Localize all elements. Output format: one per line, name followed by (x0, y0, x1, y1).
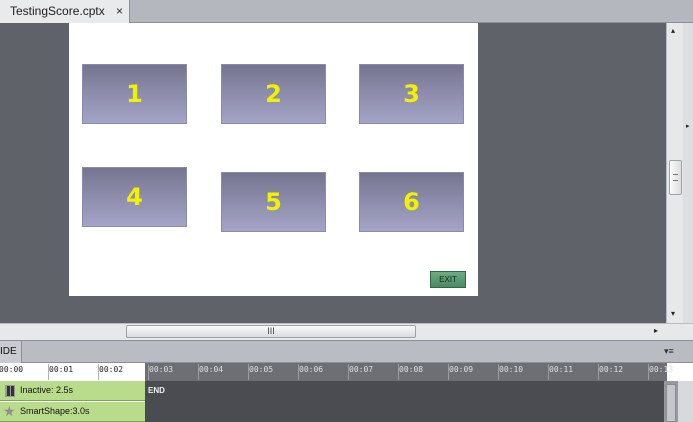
ruler-tick-label: 00:12 (599, 365, 624, 374)
stage-vertical-scrollbar[interactable]: ▴ ▾ (666, 23, 683, 323)
pause-icon (5, 385, 15, 397)
ruler-tick-label: 00:01 (49, 365, 74, 374)
ruler-tick-label: 00:11 (549, 365, 574, 374)
ruler-labels: 00:00 00:01 00:02 00:03 00:04 00:05 00:06 00:07… (0, 363, 693, 381)
box-2[interactable]: 2 (221, 64, 326, 124)
vertical-scroll-thumb[interactable] (669, 160, 682, 195)
box-3[interactable]: 3 (359, 64, 464, 124)
row-label: Inactive: 2.5s (20, 385, 74, 395)
box-label: 5 (265, 188, 282, 216)
ruler-tick-label: 00:04 (199, 365, 224, 374)
ruler-tick-label: 00:07 (349, 365, 374, 374)
box-1[interactable]: 1 (82, 64, 187, 124)
timeline-row-smartshape[interactable]: ★ SmartShape:3.0s (0, 402, 145, 422)
scrollbar-corner (666, 323, 693, 340)
box-label: 4 (126, 183, 143, 211)
document-tab-strip: TestingScore.cptx × (0, 0, 693, 23)
timeline-vertical-scrollbar[interactable] (664, 381, 678, 422)
ruler-tick-label: 00:06 (299, 365, 324, 374)
ruler-tick-label: 00:10 (499, 365, 524, 374)
ruler-tick-label: 00:02 (99, 365, 124, 374)
box-label: 6 (403, 188, 420, 216)
box-label: 2 (265, 80, 282, 108)
end-marker: END (148, 386, 165, 395)
grip-icon (673, 174, 678, 181)
document-tab[interactable]: TestingScore.cptx × (0, 0, 130, 23)
ruler-tick-label: 00:09 (449, 365, 474, 374)
ruler-tick-label: 00:00 (0, 365, 24, 374)
exit-button[interactable]: EXIT (430, 271, 466, 288)
scroll-right-icon[interactable]: ▸ (654, 326, 658, 335)
box-label: 1 (126, 80, 143, 108)
timeline-scroll-thumb[interactable] (666, 384, 676, 422)
timeline-side (678, 381, 693, 422)
box-label: 3 (403, 80, 420, 108)
ruler-tick-label: 00:08 (399, 365, 424, 374)
ruler-tick-label: 00:05 (249, 365, 274, 374)
ruler-tick-label: 00:13 (649, 365, 674, 374)
box-4[interactable]: 4 (82, 167, 187, 227)
timeline-tab[interactable]: IDE (0, 341, 22, 363)
slide-canvas: 1 2 3 4 5 6 EXIT (69, 23, 478, 296)
timeline-layers: Inactive: 2.5s ★ SmartShape:3.0s (0, 381, 145, 422)
ruler-tick-label: 00:03 (149, 365, 174, 374)
timeline-header: IDE ▾≡ (0, 340, 693, 363)
scroll-up-icon[interactable]: ▴ (671, 26, 675, 35)
right-panel-edge: ▸ (683, 23, 693, 323)
box-6[interactable]: 6 (359, 172, 464, 232)
chevron-right-icon[interactable]: ▸ (686, 122, 690, 130)
scroll-down-icon[interactable]: ▾ (671, 309, 675, 318)
star-icon: ★ (3, 403, 16, 419)
document-tab-title: TestingScore.cptx (10, 4, 105, 18)
horizontal-scroll-thumb[interactable]: III (126, 325, 416, 338)
stage-horizontal-scrollbar[interactable]: III ▸ (0, 323, 666, 340)
close-icon[interactable]: × (116, 0, 123, 22)
stage-area: 1 2 3 4 5 6 EXIT (0, 23, 666, 323)
timeline-row-inactive[interactable]: Inactive: 2.5s (0, 381, 145, 401)
panel-menu-icon[interactable]: ▾≡ (664, 346, 674, 357)
timeline-track[interactable]: END (145, 381, 667, 422)
row-label: SmartShape:3.0s (20, 406, 90, 416)
box-5[interactable]: 5 (221, 172, 326, 232)
